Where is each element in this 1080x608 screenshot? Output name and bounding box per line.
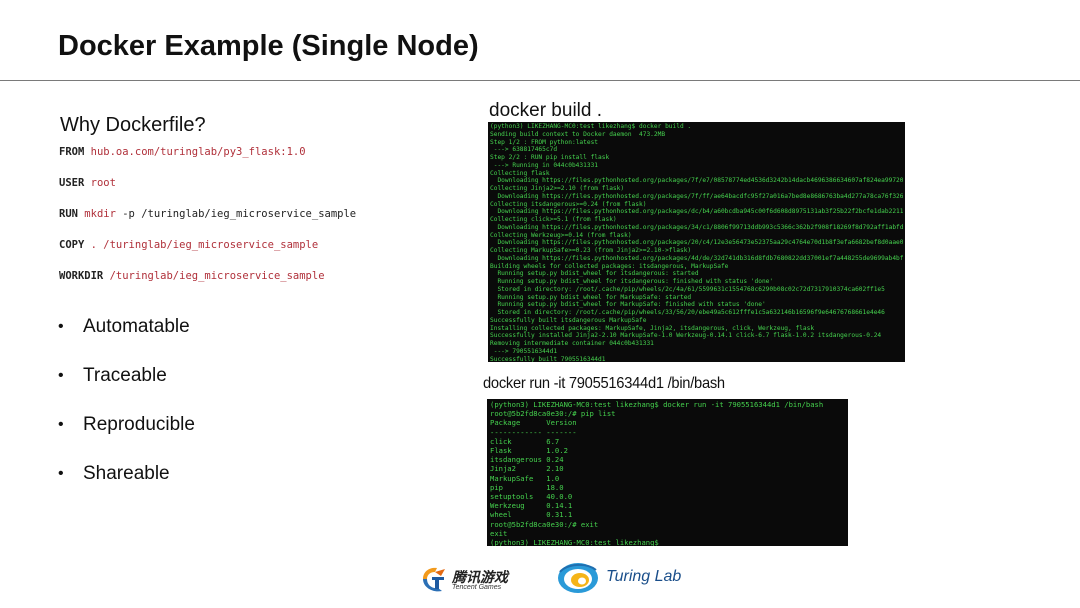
dockerfile-instruction: FROM [59,146,85,158]
terminal-line: Package Version [490,418,577,428]
tencent-games-en-text: Tencent Games [452,584,502,591]
dockerfile-argument: /turinglab/ieg_microservice_sample [109,270,325,282]
turing-lab-text: Turing Lab [606,568,682,585]
terminal-line: root@5b2fd8ca0e30:/# pip list [490,409,616,419]
terminal-line: Running setup.py bdist_wheel for itsdang… [490,270,699,278]
terminal-line: Running setup.py bdist_wheel for itsdang… [490,278,774,285]
terminal-line: Removing intermediate container 044c0b43… [490,340,654,347]
turing-lab-logo: Turing Lab [556,560,686,596]
terminal-line: Downloading https://files.pythonhosted.o… [497,223,903,231]
terminal-line: root@5b2fd8ca0e30:/# exit [490,519,599,529]
terminal-line: click 6.7 [490,436,560,446]
terminal-line: ---> Running in 044c0b431331 [490,161,599,169]
tencent-games-icon [423,567,445,592]
terminal-line: Flask 1.0.2 [490,446,568,456]
dockerfile-line: COPY . /turinglab/ieg_microservice_sampl… [59,239,356,270]
terminal-line: pip 18.0 [490,482,564,492]
bullet-dot-icon: • [58,416,64,433]
terminal-line: Collecting Jinja2>=2.10 (from flask) [490,185,625,192]
terminal-line: Successfully installed Jinja2-2.10 Marku… [490,332,882,340]
benefit-item: • Traceable [58,364,195,413]
benefit-label: Shareable [83,463,170,484]
terminal-line: Downloading https://files.pythonhosted.o… [497,239,903,247]
bullet-dot-icon: • [58,367,64,384]
dockerfile-line: RUN mkdir -p /turinglab/ieg_microservice… [59,208,356,239]
title-divider [0,80,1080,81]
dockerfile-line: WORKDIR /turinglab/ieg_microservice_samp… [59,270,356,301]
dockerfile-argument: -p /turinglab/ieg_microservice_sample [115,208,357,220]
benefit-label: Reproducible [83,414,195,435]
terminal-line: Downloading https://files.pythonhosted.o… [497,254,903,262]
docker-run-terminal: (python3) LIKEZHANG-MC0:test likezhang$ … [487,399,848,546]
benefit-item: • Automatable [58,315,195,364]
terminal-line: setuptools 40.0.0 [490,492,573,502]
terminal-line: Stored in directory: /root/.cache/pip/wh… [490,285,885,293]
terminal-line: Collecting itsdangerous>=0.24 (from flas… [490,200,647,208]
docker-build-caption: docker build . [489,100,603,121]
terminal-line: Collecting flask [490,169,550,177]
terminal-line: Running setup.py bdist_wheel for MarkupS… [490,301,766,309]
terminal-line: Step 1/2 : FROM python:latest [490,138,599,146]
benefits-list: • Automatable • Traceable • Reproducible • Shar… [58,315,195,511]
tencent-games-logo: 腾讯游戏 Tencent Games [420,563,520,595]
terminal-line: ---> 638817465c7d [490,146,558,154]
bullet-dot-icon: • [58,318,64,335]
dockerfile-argument: . /turinglab/ieg_microservice_sample [90,239,319,251]
terminal-line: exit [490,528,508,538]
dockerfile-argument: mkdir [84,208,116,220]
terminal-line: Successfully built 7905516344d1 [490,355,606,363]
dockerfile-argument: hub.oa.com/turinglab/py3_flask:1.0 [90,146,306,158]
terminal-line: Werkzeug 0.14.1 [490,501,573,511]
dockerfile-instruction: RUN [59,208,78,220]
terminal-line: Jinja2 2.10 [490,464,564,474]
dockerfile-instruction: USER [59,177,85,189]
terminal-line: Sending build context to Docker daemon 4… [490,130,666,138]
terminal-line: (python3) LIKEZHANG-MC0:test likezhang$ … [490,123,692,130]
terminal-line: Collecting MarkupSafe>=0.23 (from Jinja2… [490,247,692,254]
terminal-line: Successfully built itsdangerous MarkupSa… [490,316,647,324]
bullet-dot-icon: • [58,465,64,482]
terminal-line: ------------ ------- [490,427,577,437]
turing-lab-icon [558,563,598,593]
benefit-item: • Reproducible [58,413,195,462]
terminal-line: Step 2/2 : RUN pip install flask [490,154,610,161]
dockerfile-listing: FROM hub.oa.com/turinglab/py3_flask:1.0 U… [59,146,356,301]
slide-title: Docker Example (Single Node) [58,30,479,62]
dockerfile-instruction: WORKDIR [59,270,104,282]
benefit-label: Traceable [83,365,167,386]
terminal-line: (python3) LIKEZHANG-MC0:test likezhang$ … [490,400,824,409]
terminal-line: itsdangerous 0.24 [490,455,564,465]
dockerfile-line: USER root [59,177,356,208]
terminal-line: MarkupSafe 1.0 [490,473,560,483]
terminal-line: ---> 7905516344d1 [490,347,558,355]
terminal-line: Running setup.py bdist_wheel for MarkupS… [490,293,692,301]
terminal-line: (python3) LIKEZHANG-MC0:test likezhang$ [490,538,659,546]
terminal-line: Collecting Werkzeug>=0.14 (from flask) [490,231,632,239]
dockerfile-argument: root [90,177,116,189]
terminal-line: Downloading https://files.pythonhosted.o… [497,192,903,200]
terminal-line: Stored in directory: /root/.cache/pip/wh… [490,309,885,316]
terminal-line: wheel 0.31.1 [490,510,573,520]
benefit-item: • Shareable [58,462,195,511]
docker-build-terminal: (python3) LIKEZHANG-MC0:test likezhang$ … [488,122,905,362]
terminal-line: Building wheels for collected packages: … [490,262,729,270]
terminal-line: Installing collected packages: MarkupSaf… [490,324,815,332]
terminal-line: Collecting click>=5.1 (from flask) [490,216,617,223]
docker-run-caption: docker run -it 7905516344d1 /bin/bash [483,375,725,392]
why-dockerfile-heading: Why Dockerfile? [60,114,206,136]
terminal-line: Downloading https://files.pythonhosted.o… [497,177,903,185]
dockerfile-line: FROM hub.oa.com/turinglab/py3_flask:1.0 [59,146,356,177]
dockerfile-instruction: COPY [59,239,85,251]
benefit-label: Automatable [83,316,190,337]
terminal-line: Downloading https://files.pythonhosted.o… [497,208,903,216]
